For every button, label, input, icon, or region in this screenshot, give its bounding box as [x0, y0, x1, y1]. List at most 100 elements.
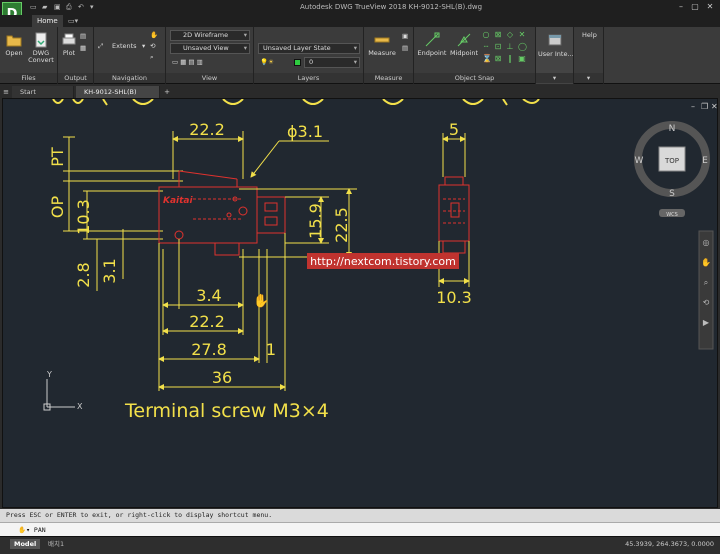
- panel-view-label: View: [166, 73, 253, 83]
- layer-on-icon[interactable]: 💡☀: [260, 57, 274, 67]
- nav-orbit-icon[interactable]: ⟲: [703, 298, 710, 307]
- print-icon[interactable]: ⎙: [66, 3, 72, 12]
- panel-navigation-label: Navigation: [94, 73, 165, 83]
- drawing-canvas[interactable]: PT OP 10.3 2.8 3.1 22.2 ϕ3.1 Kaitai 15.9…: [2, 98, 718, 508]
- extents-label[interactable]: Extents: [112, 41, 137, 51]
- tab-drawing[interactable]: KH-9012-SHL(B): [76, 86, 160, 98]
- layer-color-swatch[interactable]: [294, 59, 301, 66]
- batch-plot-icon[interactable]: ▦: [80, 43, 86, 53]
- wcs-menu[interactable]: WCS: [666, 212, 678, 218]
- nav-pan-icon[interactable]: ✋: [701, 257, 711, 267]
- panel-layers: Unsaved Layer State 💡☀ 0 Layers: [254, 27, 364, 84]
- endpoint-snap-button[interactable]: Endpoint: [416, 32, 448, 57]
- label-pt: PT: [48, 147, 67, 167]
- dwg-label-2: Convert: [28, 56, 54, 64]
- viewcube-west[interactable]: W: [635, 156, 644, 166]
- dim-10-3-left: 10.3: [74, 199, 93, 235]
- viewcube-top[interactable]: TOP: [664, 157, 679, 165]
- center-snap-icon[interactable]: ○: [482, 31, 490, 39]
- orbit-icon[interactable]: ⟲: [150, 41, 155, 51]
- named-view-select[interactable]: Unsaved View: [170, 43, 250, 54]
- new-icon[interactable]: ▭: [30, 3, 37, 12]
- nearest-snap-icon[interactable]: ⌛: [482, 55, 492, 63]
- tab-home[interactable]: Home: [32, 15, 63, 27]
- dim-22-2-bottom: 22.2: [189, 312, 225, 331]
- folder-icon: [6, 35, 22, 47]
- extents-dropdown-icon[interactable]: ▾: [142, 41, 145, 51]
- viewport-minimize-icon[interactable]: –: [691, 102, 695, 111]
- dim-phi-3-1: ϕ3.1: [287, 122, 323, 141]
- dwg-convert-icon: [35, 32, 47, 48]
- save-icon[interactable]: ▣: [54, 3, 61, 12]
- dwg-convert-button[interactable]: DWG Convert: [28, 32, 54, 64]
- tab-layout1[interactable]: 배치1: [44, 539, 68, 549]
- plot-button[interactable]: Plot: [60, 32, 78, 57]
- visual-style-select[interactable]: 2D Wireframe: [170, 30, 250, 41]
- viewport-icon[interactable]: ▭ ▦ ▤ ▥: [172, 57, 203, 67]
- measure-option-icon-2[interactable]: ▤: [402, 43, 408, 53]
- switch-body-side: [438, 176, 470, 254]
- dim-1: 1: [266, 340, 276, 359]
- tab-start[interactable]: Start: [12, 86, 74, 98]
- viewcube-east[interactable]: E: [702, 156, 708, 166]
- drawing-svg: PT OP 10.3 2.8 3.1 22.2 ϕ3.1 Kaitai 15.9…: [43, 99, 718, 422]
- parallel-snap-icon[interactable]: ∥: [506, 55, 514, 63]
- help-label: Help: [582, 31, 597, 39]
- pan-cursor-icon: ✋: [253, 293, 269, 309]
- perpendicular-snap-icon[interactable]: ⊥: [506, 43, 514, 51]
- nav-zoom-icon[interactable]: ⌕: [704, 278, 708, 287]
- panel-measure-label: Measure: [364, 73, 413, 83]
- publish-icon[interactable]: ▤: [80, 31, 86, 41]
- measure-button[interactable]: Measure: [366, 32, 398, 57]
- viewport-close-icon[interactable]: ✕: [711, 102, 718, 111]
- panel-output-label: Output: [58, 73, 93, 83]
- panel-user-interface[interactable]: User Inte... ▾: [536, 27, 574, 84]
- panel-output: Plot ▤ ▦ Output: [58, 27, 94, 84]
- pan-icon[interactable]: ✋: [150, 30, 158, 40]
- snap-settings-icon[interactable]: ▣: [518, 55, 526, 63]
- dim-5: 5: [449, 120, 459, 139]
- quadrant-snap-icon[interactable]: ◇: [506, 31, 514, 39]
- user-interface-label: User Inte...: [538, 50, 574, 58]
- viewcube-south[interactable]: S: [669, 189, 675, 199]
- layer-state-select[interactable]: Unsaved Layer State: [258, 43, 360, 54]
- navigation-bar[interactable]: ◎ ✋ ⌕ ⟲ ▶: [698, 230, 714, 350]
- extension-snap-icon[interactable]: ┄: [482, 43, 490, 51]
- intersection-snap-icon[interactable]: ✕: [518, 31, 526, 39]
- node-snap-icon[interactable]: ⊠: [494, 31, 502, 39]
- help-dropdown-icon[interactable]: ▾: [574, 73, 603, 83]
- new-tab-icon[interactable]: +: [161, 86, 173, 98]
- nav-showmotion-icon[interactable]: ▶: [703, 318, 710, 327]
- undo-icon[interactable]: ↶: [78, 3, 84, 12]
- midpoint-snap-button[interactable]: Midpoint: [448, 32, 480, 57]
- qa-dropdown-icon[interactable]: ▾: [90, 3, 94, 12]
- command-history: Press ESC or ENTER to exit, or right-cli…: [0, 509, 720, 522]
- viewport-restore-icon[interactable]: ❐: [701, 102, 708, 111]
- dim-27-8: 27.8: [191, 340, 227, 359]
- tab-menu-icon[interactable]: ≡: [0, 86, 12, 98]
- panel-layers-label: Layers: [254, 73, 363, 83]
- zoom-extents-icon[interactable]: ⤢: [98, 41, 103, 51]
- dim-2-8: 2.8: [74, 262, 93, 287]
- apparent-snap-icon[interactable]: ⊠: [494, 55, 502, 63]
- dim-10-3-right: 10.3: [436, 288, 472, 307]
- printer-icon: [62, 33, 76, 45]
- panel-help[interactable]: Help ▾: [574, 27, 604, 84]
- ribbon-minimize-icon[interactable]: ▭▾: [68, 17, 78, 26]
- steering-wheel-icon[interactable]: ◎: [703, 238, 710, 247]
- panel-measure: Measure ▣ ▤ Measure: [364, 27, 414, 84]
- tab-model[interactable]: Model: [10, 539, 41, 549]
- insert-snap-icon[interactable]: ⊡: [494, 43, 502, 51]
- maximize-button[interactable]: ▢: [688, 2, 702, 12]
- close-button[interactable]: ✕: [703, 2, 717, 12]
- minimize-button[interactable]: –: [674, 2, 688, 12]
- current-layer-select[interactable]: 0: [304, 57, 360, 68]
- zoom-icon[interactable]: ⌕: [150, 52, 154, 62]
- tangent-snap-icon[interactable]: ◯: [518, 43, 527, 51]
- open-button[interactable]: Open: [4, 32, 24, 57]
- user-interface-dropdown-icon[interactable]: ▾: [536, 73, 573, 83]
- command-input[interactable]: ✋▾ PAN: [0, 522, 720, 536]
- measure-option-icon-1[interactable]: ▣: [402, 31, 408, 41]
- open-icon[interactable]: ▰: [42, 3, 47, 12]
- viewcube-north[interactable]: N: [669, 124, 676, 134]
